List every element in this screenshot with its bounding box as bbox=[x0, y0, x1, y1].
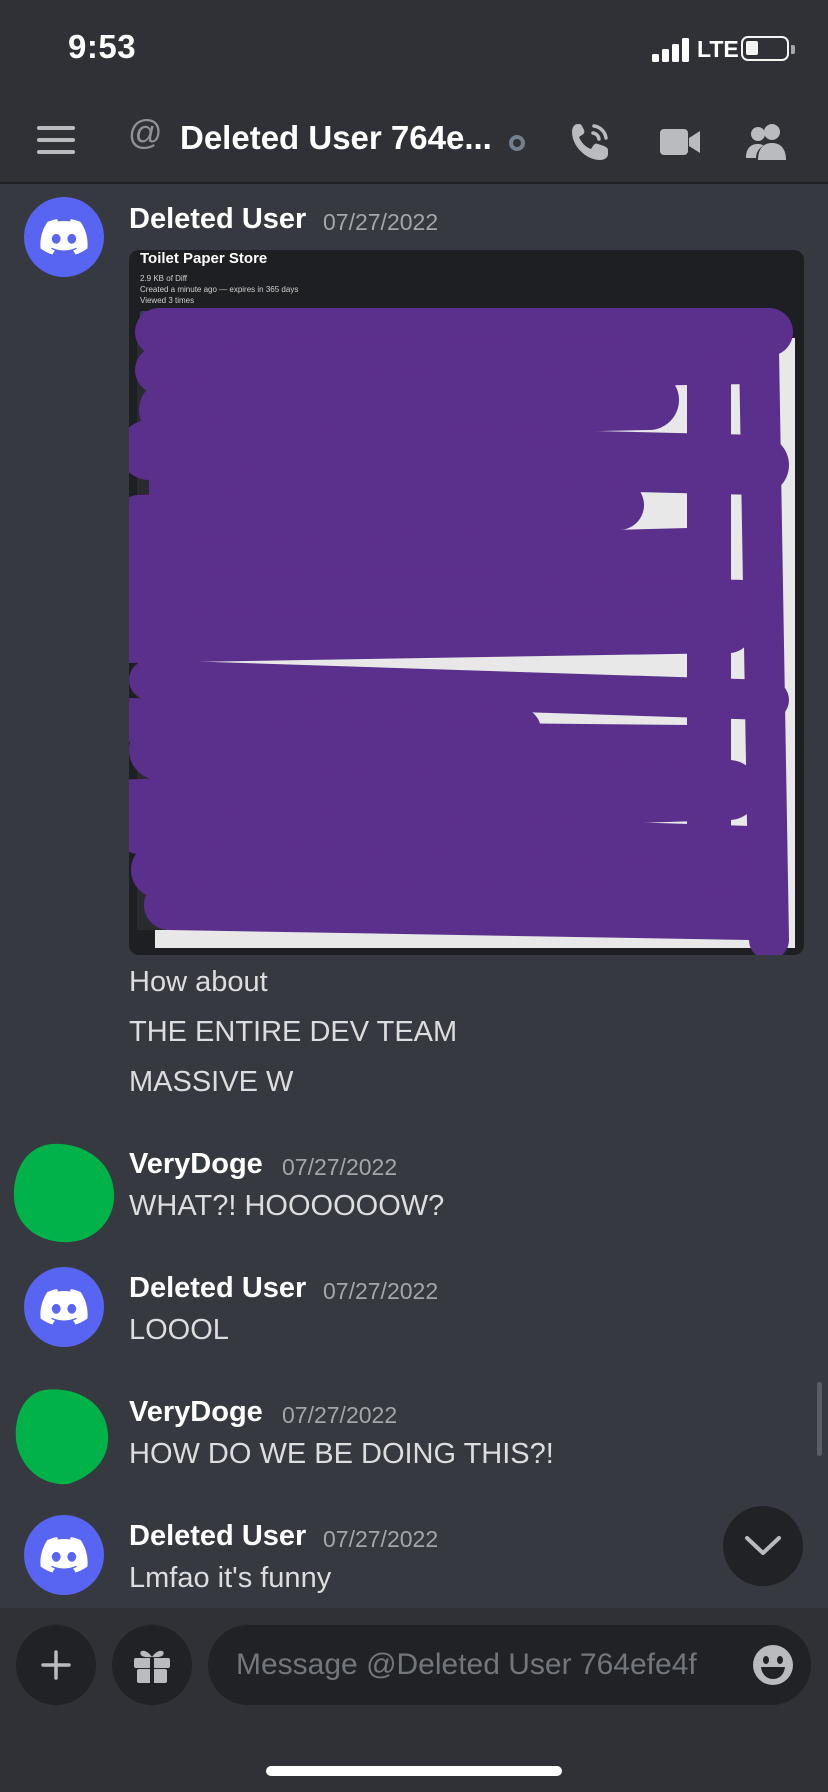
message-input-container bbox=[208, 1625, 811, 1705]
message-text: Lmfao it's funny bbox=[129, 1562, 332, 1594]
message-timestamp: 07/27/2022 bbox=[323, 1278, 439, 1304]
avatar[interactable] bbox=[24, 1515, 104, 1595]
composer-bar bbox=[0, 1608, 828, 1792]
message-timestamp: 07/27/2022 bbox=[282, 1154, 398, 1180]
message-author[interactable]: Deleted User bbox=[129, 1272, 306, 1305]
message-text: THE ENTIRE DEV TEAM bbox=[129, 1016, 458, 1048]
message-text: MASSIVE W bbox=[129, 1066, 294, 1098]
message-author[interactable]: VeryDoge bbox=[129, 1148, 263, 1181]
redaction-scribble bbox=[129, 308, 795, 955]
phone-icon[interactable] bbox=[568, 120, 612, 164]
avatar[interactable] bbox=[12, 1142, 116, 1246]
discord-logo-icon bbox=[40, 1289, 88, 1325]
discord-logo-icon bbox=[40, 219, 88, 255]
message-author[interactable]: VeryDoge bbox=[129, 1396, 263, 1429]
message-text: WHAT?! HOOOOOOW? bbox=[129, 1190, 445, 1222]
status-bar: 9:53 LTE bbox=[0, 0, 828, 96]
message-text: How about bbox=[129, 966, 268, 998]
gift-button[interactable] bbox=[112, 1625, 192, 1705]
jump-to-bottom-button[interactable] bbox=[723, 1506, 803, 1586]
status-time: 9:53 bbox=[68, 28, 137, 65]
emoji-icon[interactable] bbox=[751, 1643, 795, 1687]
message-timestamp: 07/27/2022 bbox=[323, 209, 439, 235]
chevron-down-icon bbox=[745, 1536, 781, 1555]
signal-icon bbox=[652, 38, 690, 62]
message-timestamp: 07/27/2022 bbox=[323, 1526, 439, 1552]
message-text: LOOOL bbox=[129, 1314, 229, 1346]
message-text: HOW DO WE BE DOING THIS?! bbox=[129, 1438, 554, 1470]
message-author[interactable]: Deleted User bbox=[129, 1520, 306, 1553]
menu-icon[interactable] bbox=[37, 126, 75, 154]
members-icon[interactable] bbox=[744, 120, 790, 164]
message-author[interactable]: Deleted User bbox=[129, 203, 306, 236]
carrier-label: LTE bbox=[697, 36, 739, 62]
message-timestamp: 07/27/2022 bbox=[282, 1402, 398, 1428]
battery-icon bbox=[741, 36, 795, 61]
home-indicator bbox=[266, 1766, 562, 1776]
scrollbar[interactable] bbox=[817, 1382, 822, 1456]
channel-header: @ Deleted User 764e... bbox=[0, 96, 828, 184]
avatar[interactable] bbox=[14, 1388, 110, 1486]
video-camera-icon[interactable] bbox=[658, 120, 702, 164]
avatar[interactable] bbox=[24, 1267, 104, 1347]
at-icon: @ bbox=[128, 114, 163, 152]
avatar[interactable] bbox=[24, 197, 104, 277]
message-input[interactable] bbox=[236, 1625, 736, 1705]
attach-button[interactable] bbox=[16, 1625, 96, 1705]
gift-icon bbox=[134, 1650, 170, 1683]
offline-status-icon bbox=[509, 135, 525, 151]
dm-title[interactable]: Deleted User 764e... bbox=[180, 119, 492, 157]
image-attachment[interactable]: Toilet Paper Store 2.9 KB of Diff Create… bbox=[129, 250, 804, 955]
discord-logo-icon bbox=[40, 1537, 88, 1573]
plus-icon bbox=[41, 1650, 71, 1680]
